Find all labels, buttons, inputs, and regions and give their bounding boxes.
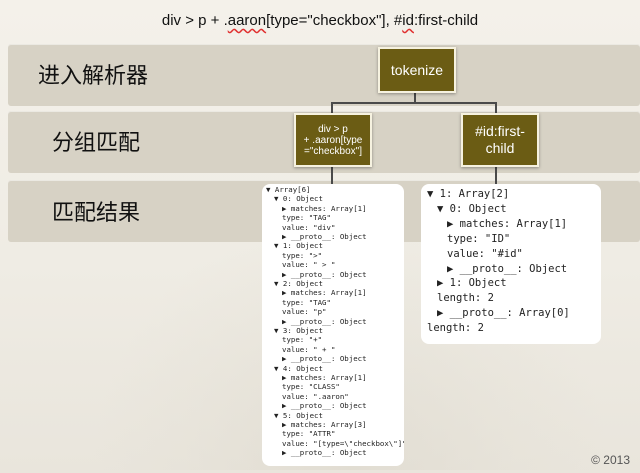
connector-horizontal: [331, 102, 497, 104]
console-line: length: 2: [427, 322, 484, 335]
console-line: value: "div": [282, 222, 336, 232]
console-line[interactable]: ▶ __proto__: Object: [282, 401, 367, 410]
selector-part: :first-child: [413, 12, 479, 29]
console-line[interactable]: ▶ __proto__: Object: [282, 270, 367, 279]
console-line: type: "+": [282, 335, 323, 345]
console-line[interactable]: ▶ __proto__: Object: [282, 354, 367, 363]
console-line: value: ".aaron": [282, 391, 349, 401]
tokenize-node: tokenize: [378, 47, 456, 93]
console-line: type: ">": [282, 250, 323, 260]
console-line[interactable]: ▼ 5: Object: [274, 411, 323, 420]
copyright-text: © 2013: [591, 453, 630, 467]
console-line: value: "p": [282, 307, 327, 317]
selector-title: div > p + .aaron[type="checkbox"], #id:f…: [0, 12, 640, 29]
console-line[interactable]: ▶ __proto__: Object: [282, 232, 367, 241]
console-line[interactable]: ▶ matches: Array[1]: [282, 373, 367, 382]
console-line: value: " > ": [282, 260, 336, 270]
console-line: value: " + ": [282, 344, 336, 354]
console-line: value: "#id": [447, 247, 523, 260]
result-panel-left: ▼ Array[6] ▼ 0: Object ▶ matches: Array[1]…: [262, 184, 404, 466]
console-line: type: "TAG": [282, 213, 331, 223]
group-right-line: child: [485, 140, 515, 156]
console-line[interactable]: ▶ matches: Array[1]: [282, 288, 367, 297]
console-line[interactable]: ▼ 3: Object: [274, 326, 323, 335]
console-line[interactable]: ▶ __proto__: Object: [282, 317, 367, 326]
console-line[interactable]: ▶ 1: Object: [437, 277, 507, 289]
console-line[interactable]: ▶ __proto__: Object: [282, 448, 367, 457]
tokenize-label: tokenize: [390, 62, 444, 78]
group-node-right: #id:first- child: [461, 113, 539, 167]
connector-right-to-panel: [495, 166, 497, 184]
group-right-line: #id:first-: [475, 123, 525, 139]
console-line[interactable]: ▶ __proto__: Array[0]: [437, 307, 570, 319]
console-line[interactable]: ▼ Array[6]: [266, 185, 311, 194]
console-line[interactable]: ▶ matches: Array[1]: [447, 218, 567, 230]
group-node-left: div > p + .aaron[type ="checkbox"]: [294, 113, 372, 167]
console-line[interactable]: ▼ 2: Object: [274, 279, 323, 288]
group-left-line: div > p: [318, 123, 348, 135]
console-line[interactable]: ▶ matches: Array[3]: [282, 420, 367, 429]
band-label-result: 匹配结果: [52, 201, 141, 226]
band-label-grouping: 分组匹配: [52, 131, 141, 156]
group-left-line: ="checkbox"]: [304, 145, 362, 157]
console-line[interactable]: ▼ 4: Object: [274, 364, 323, 373]
console-line[interactable]: ▼ 0: Object: [274, 194, 323, 203]
console-line: type: "ATTR": [282, 429, 336, 439]
band-label-parser: 进入解析器: [38, 64, 149, 89]
selector-part: div > p + .: [161, 12, 228, 29]
console-line[interactable]: ▼ 1: Array[2]: [427, 188, 509, 200]
console-line[interactable]: ▼ 1: Object: [274, 241, 323, 250]
console-line: value: "[type=\"checkbox\"]": [282, 438, 404, 448]
selector-part: id: [402, 12, 414, 29]
console-line: length: 2: [437, 292, 494, 305]
console-line[interactable]: ▶ matches: Array[1]: [282, 204, 367, 213]
group-left-line: + .aaron[type: [303, 134, 363, 146]
connector-left-to-panel: [331, 166, 333, 184]
console-line: type: "ID": [447, 232, 511, 245]
console-line: type: "TAG": [282, 297, 331, 307]
console-line[interactable]: ▼ 0: Object: [437, 203, 507, 215]
selector-part: [type="checkbox"], #: [266, 12, 403, 29]
selector-part: aaron: [227, 12, 267, 29]
console-line: type: "CLASS": [282, 382, 340, 392]
result-panel-right: ▼ 1: Array[2] ▼ 0: Object ▶ matches: Array…: [421, 184, 601, 344]
console-line[interactable]: ▶ __proto__: Object: [447, 263, 567, 275]
